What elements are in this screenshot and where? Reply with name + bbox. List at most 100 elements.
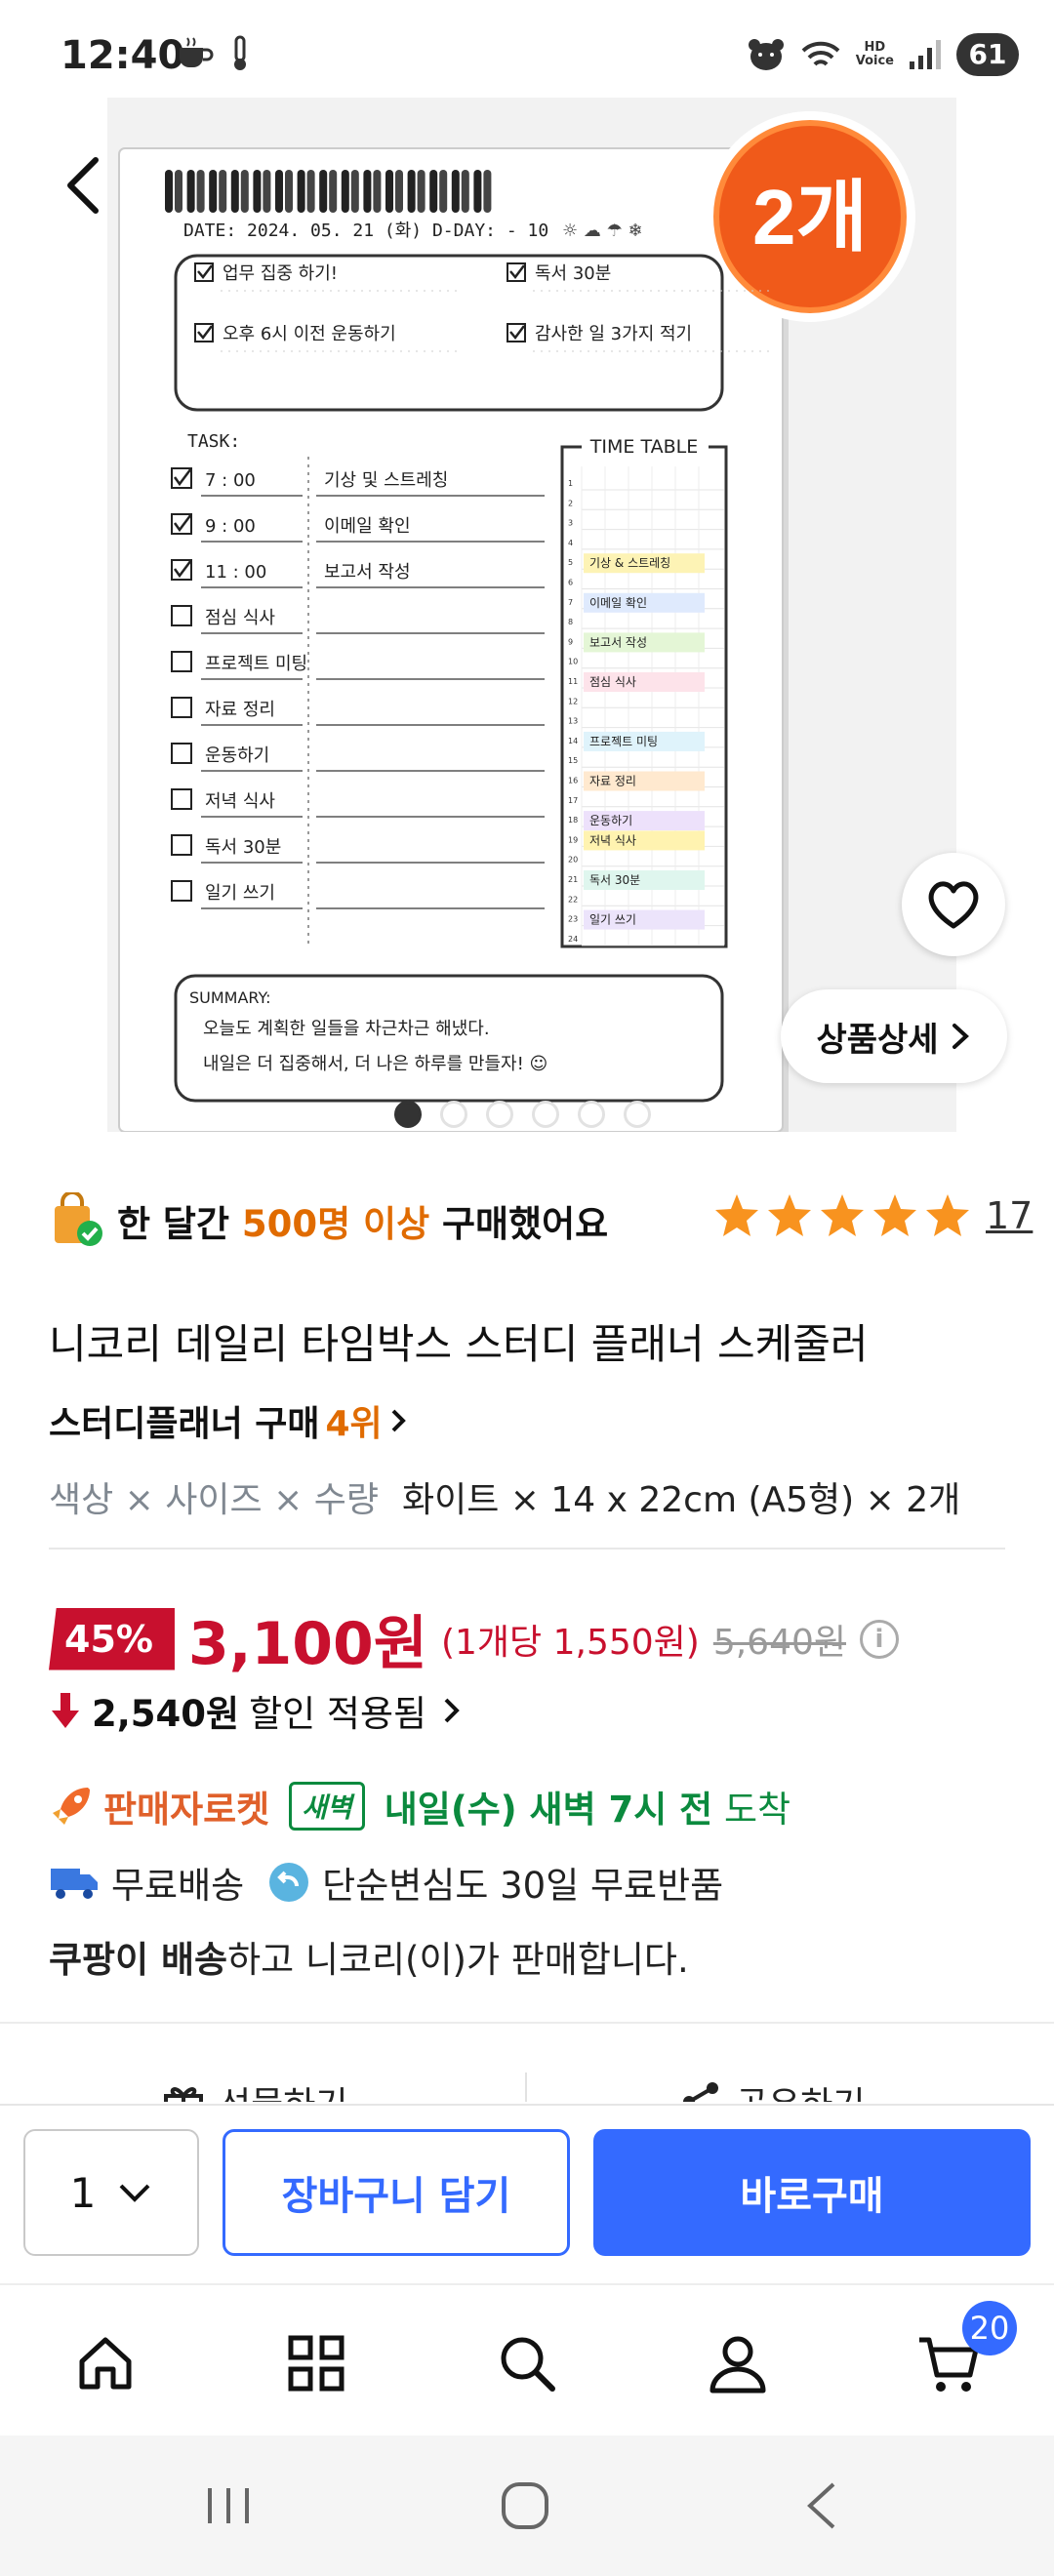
planner-illustration: 2개 DATE: 2024. 05. 21 (화) D-DAY: - 10 ☼ …: [107, 98, 956, 1132]
wishlist-button[interactable]: [902, 853, 1005, 956]
home-circle-icon: [502, 2482, 548, 2529]
task-text: 기상 및 스트레칭: [324, 470, 448, 491]
heart-icon: [928, 881, 979, 929]
discount-applied-row[interactable]: 2,540원 할인 적용됨: [49, 1684, 466, 1737]
chevron-down-icon: [119, 2184, 150, 2202]
unit-price: (1개당 1,550원): [440, 1622, 700, 1663]
hour-label: 21: [568, 875, 578, 884]
nav-search[interactable]: [488, 2324, 566, 2402]
hour-label: 14: [568, 737, 578, 745]
option-label: 색상 × 사이즈 × 수량: [49, 1480, 379, 1520]
planner-date: DATE: 2024. 05. 21 (화) D-DAY: - 10: [183, 221, 548, 241]
star-icon: [873, 1194, 916, 1236]
divider: [0, 2022, 1054, 2024]
nav-categories[interactable]: [277, 2324, 355, 2402]
chevron-right-icon: [391, 1409, 406, 1432]
timetable-text: 자료 정리: [589, 775, 636, 788]
timetable-text: 일기 쓰기: [589, 913, 636, 927]
quantity-select[interactable]: 1: [23, 2129, 199, 2256]
category-rank-link[interactable]: 스터디플래너 구매 4위: [49, 1395, 408, 1446]
seller-rest: 하고 니코리(이)가 판매합니다.: [227, 1939, 689, 1981]
pager-dot[interactable]: [578, 1101, 605, 1128]
status-time: 12:40: [61, 33, 185, 78]
cart-count-badge: 20: [962, 2301, 1017, 2355]
seller-bold: 쿠팡이 배송: [49, 1939, 228, 1981]
share-icon: [683, 2082, 718, 2102]
pager-dot[interactable]: [394, 1101, 422, 1128]
share-button[interactable]: 공유하기: [679, 2076, 865, 2102]
coffee-icon: [180, 37, 214, 67]
hour-label: 24: [568, 935, 578, 944]
add-to-cart-button[interactable]: 장바구니 담기: [223, 2129, 570, 2256]
return-icon: [269, 1863, 309, 1902]
purchase-count-row: 한 달간 500명 이상 구매했어요: [49, 1192, 608, 1249]
star-icon: [821, 1194, 864, 1236]
task-time: 운동하기: [205, 745, 269, 766]
task-text: 이메일 확인: [324, 516, 411, 537]
hour-label: 23: [568, 915, 578, 924]
spiral-ring: [439, 170, 448, 213]
status-right-icons: HD Voice 61: [747, 33, 1019, 76]
hour-label: 22: [568, 895, 578, 904]
spiral-ring: [230, 170, 239, 213]
hour-label: 10: [568, 658, 578, 666]
spiral-ring: [329, 170, 338, 213]
pager-dot[interactable]: [486, 1101, 513, 1128]
back-button[interactable]: [53, 146, 111, 224]
pager-dot[interactable]: [532, 1101, 559, 1128]
user-icon: [709, 2336, 766, 2394]
discount-badge: 45%: [49, 1607, 175, 1670]
buy-now-button[interactable]: 바로구매: [593, 2129, 1031, 2256]
proof-highlight: 500명 이상: [241, 1203, 430, 1245]
dawn-badge: 새벽: [289, 1782, 365, 1831]
goal-text: 오후 6시 이전 운동하기: [223, 324, 396, 344]
task-time: 일기 쓰기: [205, 883, 275, 904]
hour-label: 16: [568, 777, 578, 785]
pager-dot[interactable]: [624, 1101, 651, 1128]
truck-icon: [51, 1869, 98, 1899]
product-image[interactable]: 2개 DATE: 2024. 05. 21 (화) D-DAY: - 10 ☼ …: [107, 98, 956, 1132]
spiral-ring: [253, 170, 262, 213]
system-back-button[interactable]: [783, 2475, 861, 2537]
nav-home[interactable]: [66, 2324, 144, 2402]
status-bar: 12:40 HD Voice 61: [0, 0, 1054, 107]
hour-label: 17: [568, 796, 578, 805]
nav-my-account[interactable]: [699, 2324, 777, 2402]
product-title: 니코리 데일리 타임박스 스터디 플래너 스케줄러: [49, 1320, 869, 1368]
home-system-button[interactable]: [486, 2475, 564, 2537]
arrive-text: 도착: [712, 1789, 791, 1831]
grid-icon: [288, 2335, 345, 2392]
spiral-ring: [240, 170, 249, 213]
timetable-text: 보고서 작성: [589, 635, 647, 649]
task-time: 9 : 00: [205, 516, 256, 537]
spiral-ring: [263, 170, 271, 213]
hour-label: 4: [568, 539, 573, 547]
info-icon[interactable]: i: [860, 1619, 900, 1659]
product-detail-button[interactable]: 상품상세: [781, 989, 1007, 1083]
goal-text: 업무 집중 하기!: [223, 263, 338, 284]
rating-stars[interactable]: 17: [712, 1192, 1033, 1239]
task-time: 저녁 식사: [205, 791, 275, 812]
review-count-link[interactable]: 17: [986, 1194, 1033, 1237]
pager-dot[interactable]: [440, 1101, 467, 1128]
hour-label: 1: [568, 479, 573, 488]
gift-icon: [164, 2087, 203, 2102]
spiral-ring: [275, 170, 283, 213]
chevron-right-icon: [952, 1024, 969, 1049]
spiral-ring: [175, 170, 182, 213]
timetable-text: 운동하기: [589, 814, 632, 827]
home-icon: [79, 2337, 132, 2390]
hour-label: 6: [568, 579, 573, 587]
recent-apps-button[interactable]: [189, 2475, 267, 2537]
chevron-right-icon: [444, 1698, 460, 1723]
gift-share-row: 선물하기 공유하기: [0, 2073, 1054, 2102]
spiral-ring: [373, 170, 382, 213]
summary-line: 내일은 더 집중해서, 더 나은 하루를 만들자! ☺: [203, 1054, 547, 1074]
gift-button[interactable]: 선물하기: [162, 2076, 347, 2102]
battery-indicator: 61: [956, 33, 1019, 76]
selected-options[interactable]: 색상 × 사이즈 × 수량 화이트 × 14 x 22cm (A5형) × 2개: [49, 1471, 960, 1522]
task-time: 11 : 00: [205, 562, 266, 583]
divider: [49, 1548, 1005, 1550]
spiral-ring: [473, 170, 482, 213]
spiral-ring: [429, 170, 438, 213]
